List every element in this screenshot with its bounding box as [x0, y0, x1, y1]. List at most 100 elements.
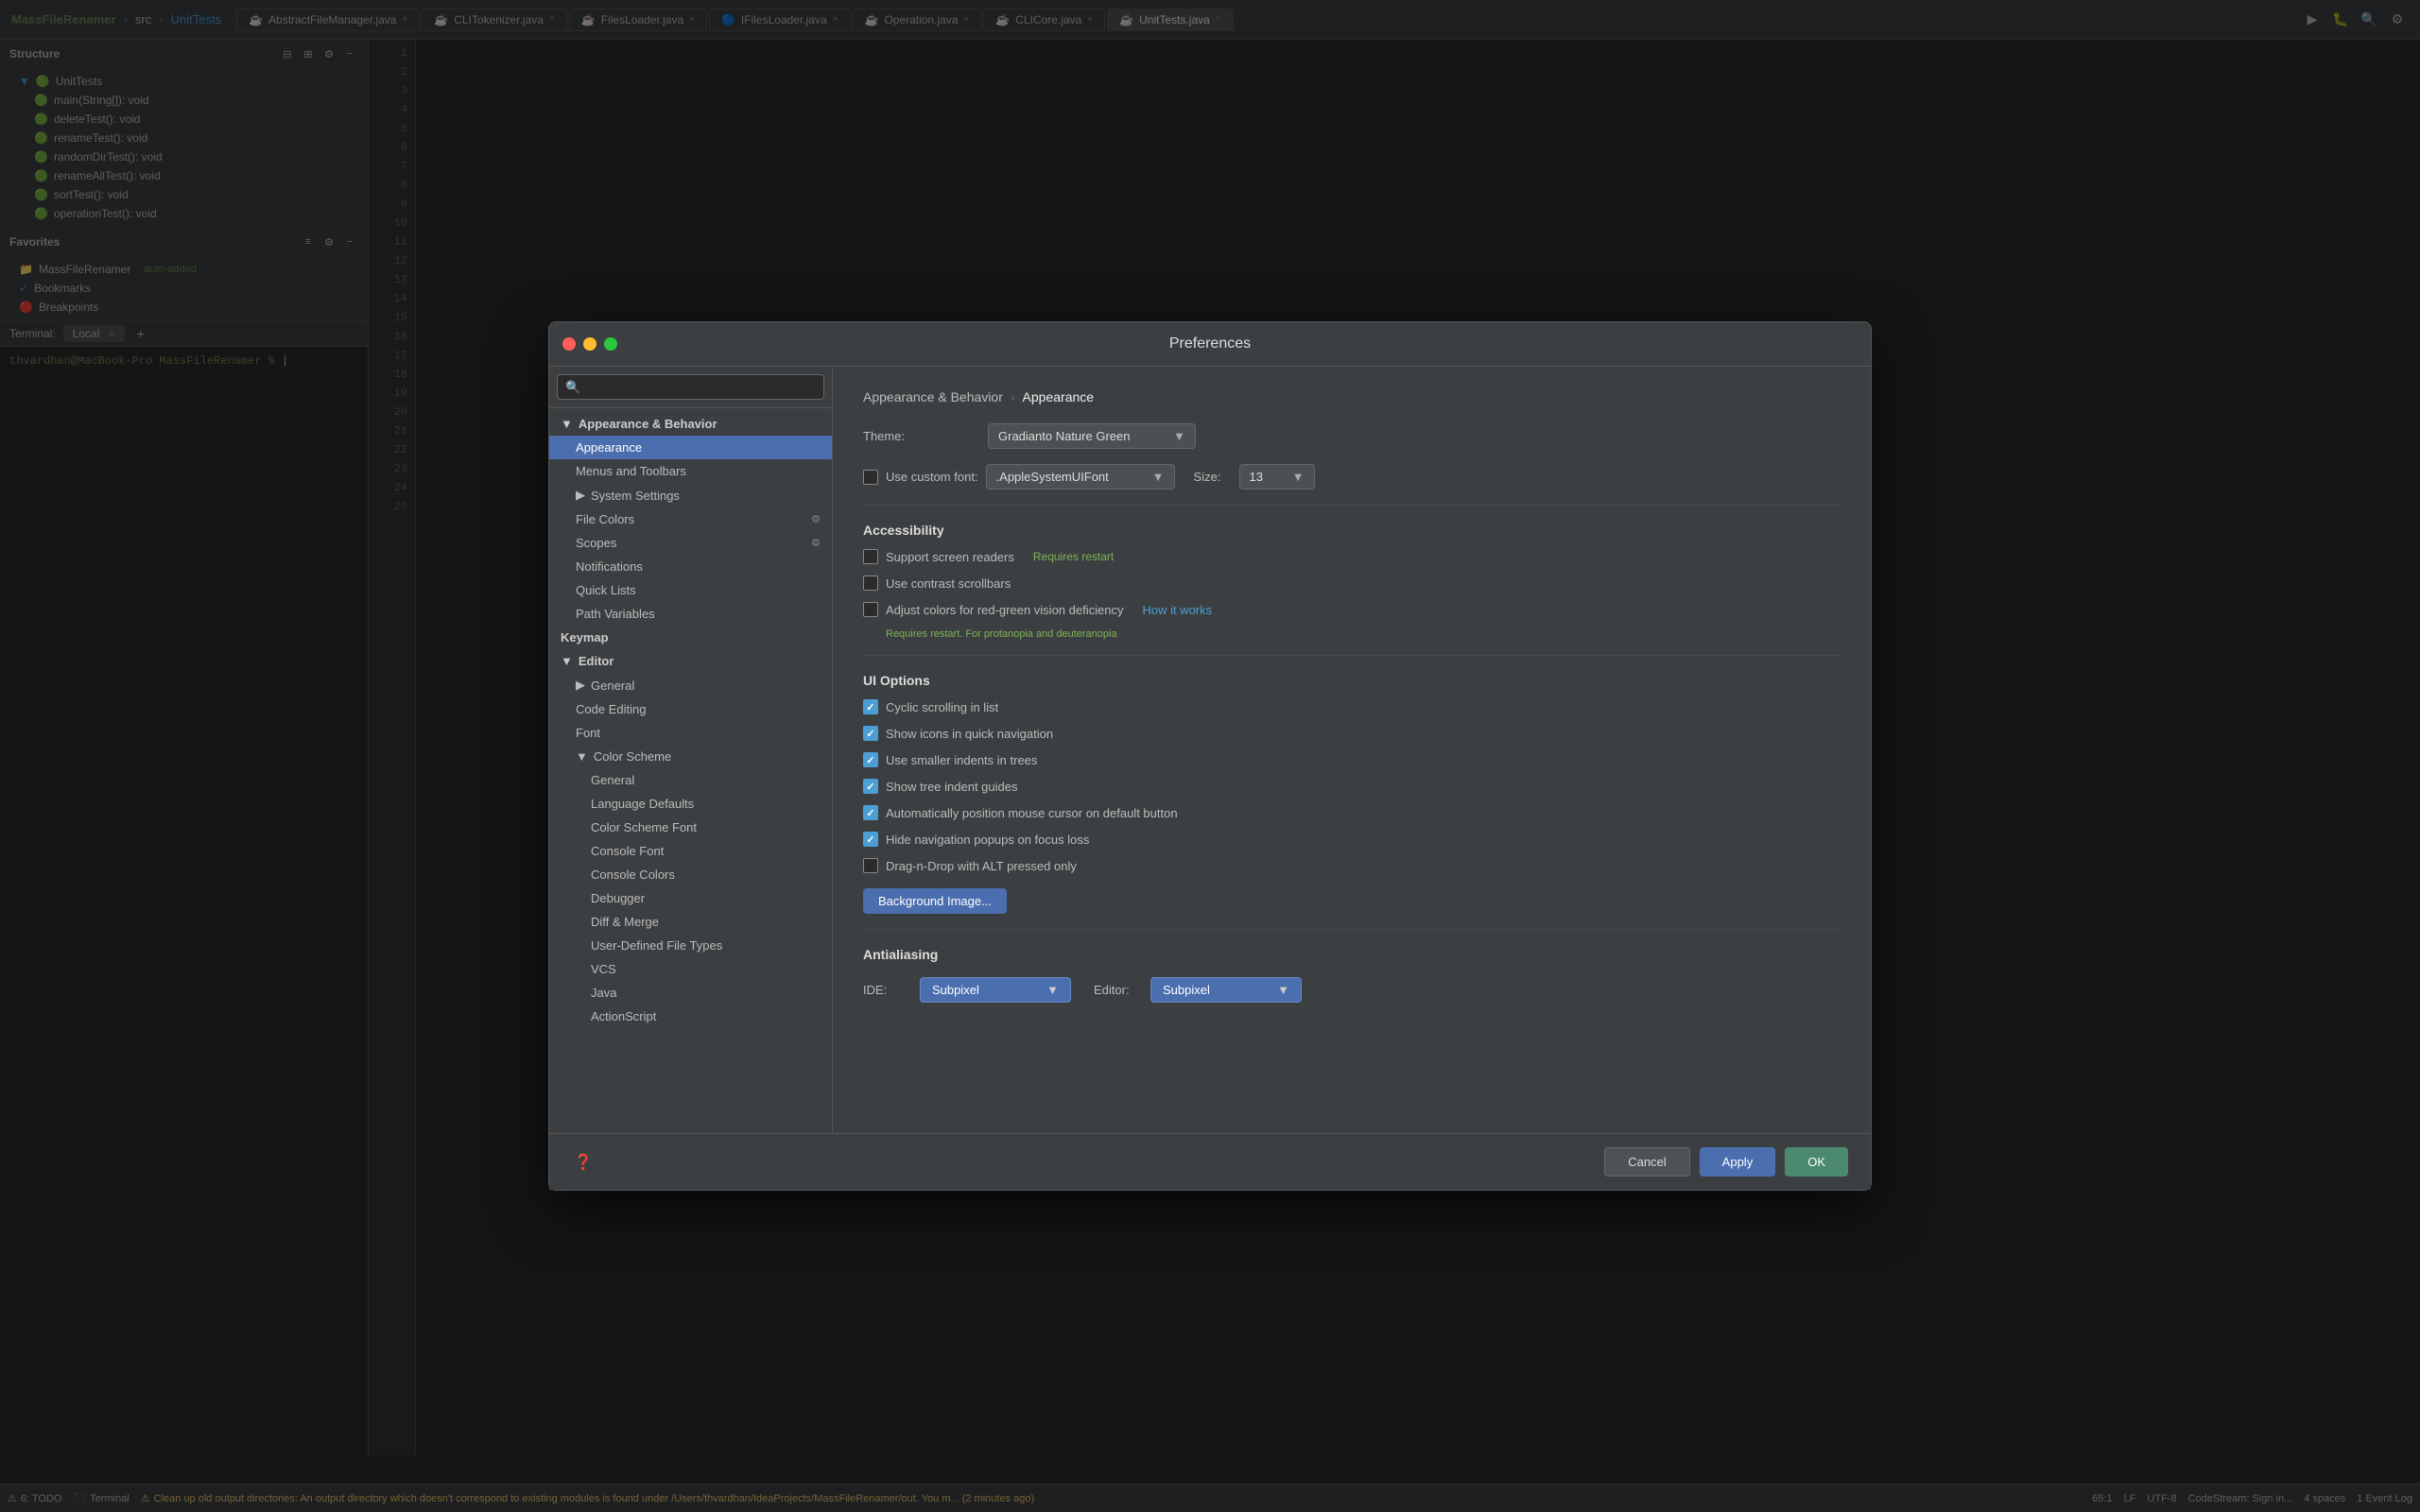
cyclic-scroll-checkbox[interactable] — [863, 699, 878, 714]
editor-antialias-select[interactable]: Subpixel ▼ — [1150, 977, 1302, 1003]
close-window-btn[interactable] — [562, 337, 576, 351]
cyclic-scroll-row: Cyclic scrolling in list — [863, 699, 1841, 714]
dnd-alt-checkbox[interactable] — [863, 858, 878, 873]
apply-button[interactable]: Apply — [1700, 1147, 1776, 1177]
contrast-scrollbars-label: Use contrast scrollbars — [886, 576, 1011, 591]
ok-button[interactable]: OK — [1785, 1147, 1848, 1177]
prefs-title-bar: Preferences — [549, 322, 1871, 367]
custom-font-checkbox[interactable] — [863, 470, 878, 485]
auto-position-label: Automatically position mouse cursor on d… — [886, 806, 1178, 820]
smaller-indents-checkbox[interactable] — [863, 752, 878, 767]
antialiasing-title: Antialiasing — [863, 947, 1841, 962]
contrast-scrollbars-checkbox[interactable] — [863, 576, 878, 591]
expand-icon: ▶ — [576, 678, 585, 693]
auto-position-checkbox[interactable] — [863, 805, 878, 820]
ptree-system-settings[interactable]: ▶ System Settings — [549, 483, 832, 507]
modal-overlay: Preferences ▼ Appearance & Behavior — [0, 0, 2420, 1512]
ide-antialias: IDE: Subpixel ▼ — [863, 977, 1071, 1003]
hide-popups-label: Hide navigation popups on focus loss — [886, 833, 1089, 847]
size-select[interactable]: 13 ▼ — [1239, 464, 1315, 490]
how-it-works-link[interactable]: How it works — [1142, 603, 1212, 617]
smaller-indents-row: Use smaller indents in trees — [863, 752, 1841, 767]
hide-popups-row: Hide navigation popups on focus loss — [863, 832, 1841, 847]
ptree-color-scheme[interactable]: ▼ Color Scheme — [549, 745, 832, 768]
ptree-keymap[interactable]: Keymap — [549, 626, 832, 649]
maximize-window-btn[interactable] — [604, 337, 617, 351]
editor-antialias: Editor: Subpixel ▼ — [1094, 977, 1302, 1003]
prefs-sidebar: ▼ Appearance & Behavior Appearance Menus… — [549, 367, 833, 1133]
ptree-color-scheme-font[interactable]: Color Scheme Font — [549, 816, 832, 839]
color-deficiency-subtext: Requires restart. For protanopia and deu… — [886, 628, 1841, 640]
prefs-footer: ❓ Cancel Apply OK — [549, 1133, 1871, 1190]
ptree-quick-lists[interactable]: Quick Lists — [549, 578, 832, 602]
ptree-path-variables[interactable]: Path Variables — [549, 602, 832, 626]
editor-antialias-label: Editor: — [1094, 983, 1141, 997]
ptree-console-font[interactable]: Console Font — [549, 839, 832, 863]
tree-guides-checkbox[interactable] — [863, 779, 878, 794]
tree-guides-label: Show tree indent guides — [886, 780, 1017, 794]
ptree-vcs[interactable]: VCS — [549, 957, 832, 981]
size-label: Size: — [1194, 470, 1232, 484]
cyclic-scroll-label: Cyclic scrolling in list — [886, 700, 998, 714]
help-button[interactable]: ❓ — [572, 1151, 595, 1174]
ptree-appearance[interactable]: Appearance — [549, 436, 832, 459]
ptree-diff-merge[interactable]: Diff & Merge — [549, 910, 832, 934]
ptree-debugger[interactable]: Debugger — [549, 886, 832, 910]
color-deficiency-label: Adjust colors for red-green vision defic… — [886, 603, 1123, 617]
dropdown-arrow-icon: ▼ — [1173, 429, 1185, 443]
color-deficiency-checkbox[interactable] — [863, 602, 878, 617]
ptree-general[interactable]: ▶ General — [549, 673, 832, 697]
ptree-cs-general[interactable]: General — [549, 768, 832, 792]
minimize-window-btn[interactable] — [583, 337, 596, 351]
help-container: ❓ — [572, 1147, 595, 1177]
ptree-file-colors[interactable]: File Colors ⚙ — [549, 507, 832, 531]
breadcrumb-separator: › — [1011, 389, 1015, 404]
ide-background: MassFileRenamer › src › UnitTests ☕ Abst… — [0, 0, 2420, 1512]
scopes-badge[interactable]: ⚙ — [811, 537, 821, 549]
breadcrumb: Appearance & Behavior › Appearance — [863, 389, 1841, 404]
search-container — [549, 367, 832, 408]
quick-nav-icons-checkbox[interactable] — [863, 726, 878, 741]
quick-nav-icons-label: Show icons in quick navigation — [886, 727, 1053, 741]
ptree-font[interactable]: Font — [549, 721, 832, 745]
breadcrumb-parent: Appearance & Behavior — [863, 389, 1003, 404]
screen-readers-label: Support screen readers — [886, 550, 1014, 564]
size-value: 13 — [1250, 470, 1263, 484]
expand-icon: ▶ — [576, 488, 585, 503]
ptree-console-colors[interactable]: Console Colors — [549, 863, 832, 886]
bg-image-button[interactable]: Background Image... — [863, 888, 1007, 914]
custom-font-row: Use custom font: .AppleSystemUIFont ▼ Si… — [863, 464, 1841, 490]
font-select[interactable]: .AppleSystemUIFont ▼ — [986, 464, 1175, 490]
preferences-dialog: Preferences ▼ Appearance & Behavior — [548, 321, 1872, 1191]
expand-arrow-icon: ▼ — [561, 654, 573, 668]
tree-guides-row: Show tree indent guides — [863, 779, 1841, 794]
editor-antialias-value: Subpixel — [1163, 983, 1210, 997]
ptree-appearance-behavior[interactable]: ▼ Appearance & Behavior — [549, 412, 832, 436]
ptree-language-defaults[interactable]: Language Defaults — [549, 792, 832, 816]
ptree-menus-toolbars[interactable]: Menus and Toolbars — [549, 459, 832, 483]
search-input[interactable] — [557, 374, 824, 400]
ptree-notifications[interactable]: Notifications — [549, 555, 832, 578]
ptree-java[interactable]: Java — [549, 981, 832, 1005]
ui-options-title: UI Options — [863, 673, 1841, 688]
ide-antialias-value: Subpixel — [932, 983, 979, 997]
screen-readers-checkbox[interactable] — [863, 549, 878, 564]
bg-image-label: Background Image... — [878, 894, 992, 908]
divider-2 — [863, 655, 1841, 656]
ptree-actionscript[interactable]: ActionScript — [549, 1005, 832, 1028]
ide-antialias-select[interactable]: Subpixel ▼ — [920, 977, 1071, 1003]
dropdown-arrow-icon: ▼ — [1277, 983, 1289, 997]
ptree-code-editing[interactable]: Code Editing — [549, 697, 832, 721]
ptree-user-defined-types[interactable]: User-Defined File Types — [549, 934, 832, 957]
dropdown-arrow-icon: ▼ — [1292, 470, 1305, 484]
font-value: .AppleSystemUIFont — [996, 470, 1109, 484]
dropdown-arrow-icon: ▼ — [1046, 983, 1059, 997]
theme-select[interactable]: Gradianto Nature Green ▼ — [988, 423, 1196, 449]
contrast-scrollbars-row: Use contrast scrollbars — [863, 576, 1841, 591]
hide-popups-checkbox[interactable] — [863, 832, 878, 847]
cancel-button[interactable]: Cancel — [1604, 1147, 1689, 1177]
ptree-editor[interactable]: ▼ Editor — [549, 649, 832, 673]
file-colors-badge[interactable]: ⚙ — [811, 513, 821, 525]
ptree-scopes[interactable]: Scopes ⚙ — [549, 531, 832, 555]
divider-3 — [863, 929, 1841, 930]
